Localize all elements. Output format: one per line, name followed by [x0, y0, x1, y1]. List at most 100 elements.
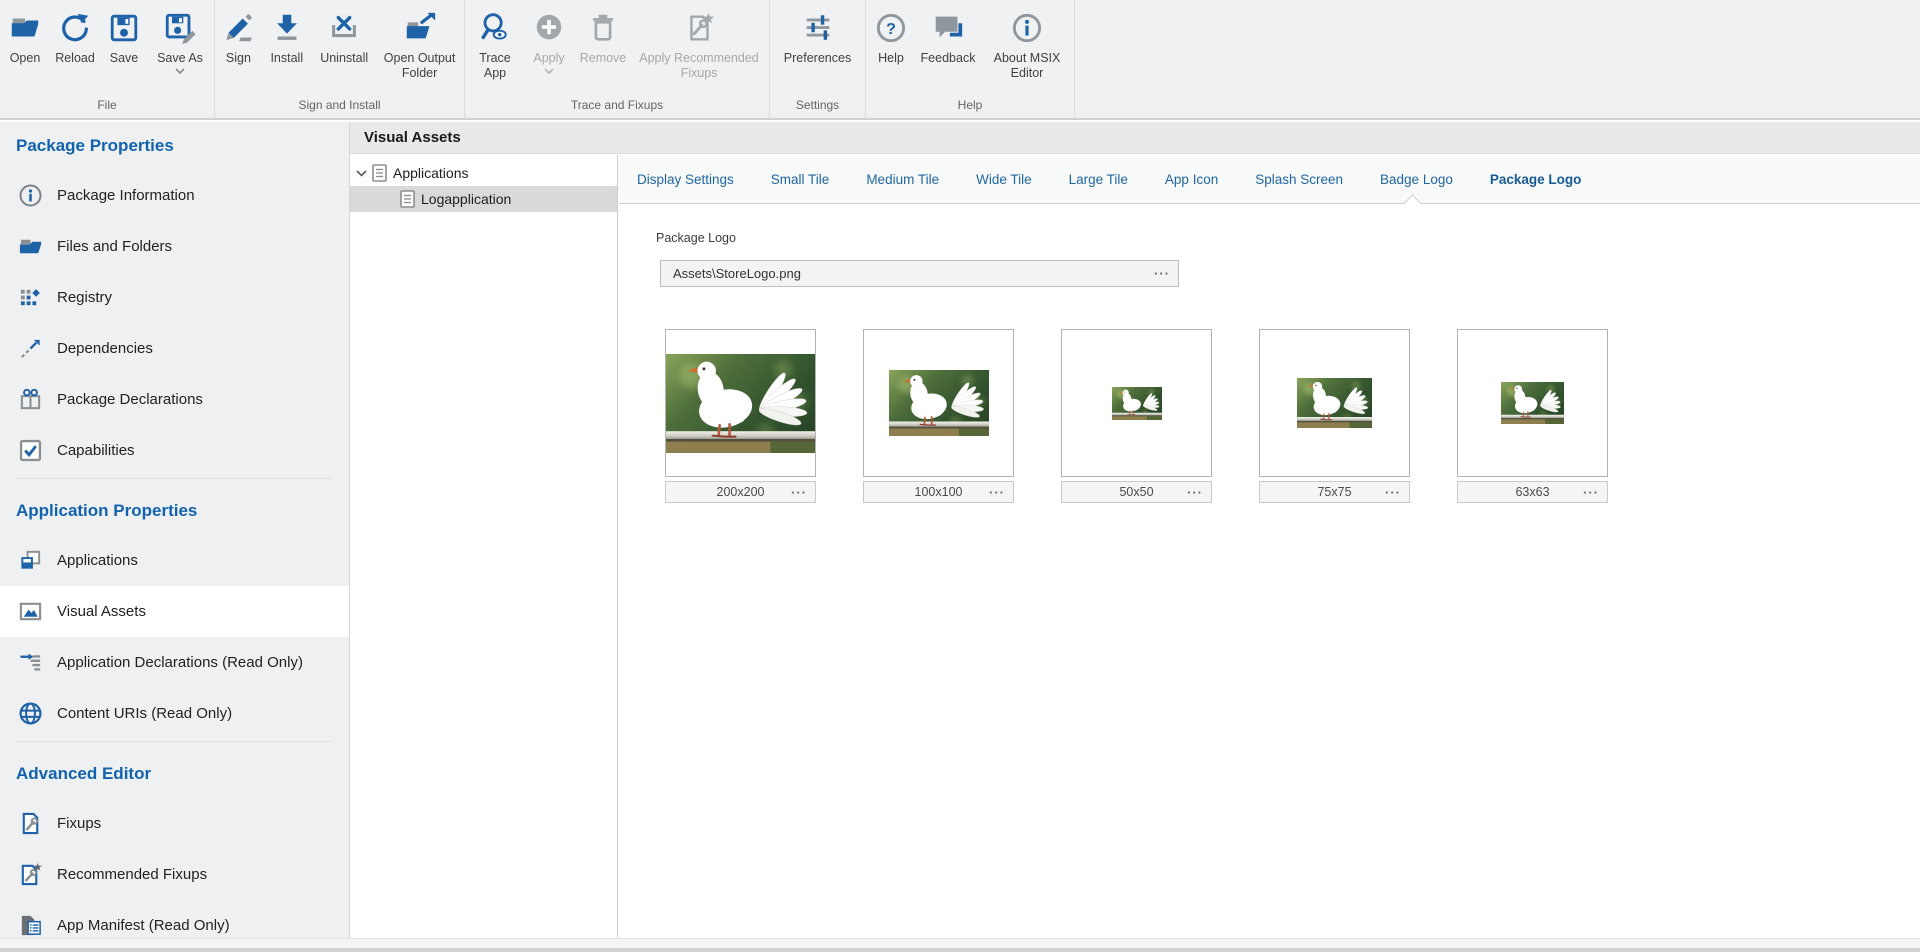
info-circle-icon [1010, 8, 1044, 48]
button-label: Apply [533, 51, 564, 66]
about-msix-editor-button[interactable]: About MSIX Editor [985, 8, 1069, 81]
help-button[interactable]: ? Help [871, 8, 911, 66]
package-logo-panel: Package Logo Assets\StoreLogo.png ··· 20… [619, 205, 1920, 938]
help-icon: ? [874, 8, 908, 48]
open-output-folder-icon [403, 8, 437, 48]
dove-image [1501, 382, 1564, 424]
save-as-icon [163, 8, 197, 48]
page-title: Visual Assets [350, 129, 461, 146]
size-field-75x75[interactable]: 75x75 ··· [1259, 481, 1410, 503]
remove-button: Remove [577, 8, 629, 66]
chevron-down-icon [544, 68, 554, 74]
sidebar-heading-advanced-editor: Advanced Editor [0, 750, 349, 798]
sidebar-item-content-uris[interactable]: Content URIs (Read Only) [0, 688, 349, 739]
tree-node-label: Logapplication [421, 191, 511, 207]
windows-icon [17, 547, 44, 574]
tab-small-tile[interactable]: Small Tile [771, 172, 830, 187]
button-label: Open [10, 51, 41, 66]
browse-button[interactable]: ··· [1385, 482, 1401, 502]
open-button[interactable]: Open [2, 8, 48, 66]
size-field-100x100[interactable]: 100x100 ··· [863, 481, 1014, 503]
chevron-down-icon[interactable] [356, 170, 370, 177]
save-button[interactable]: Save [102, 8, 146, 66]
recommended-fixups-icon [682, 8, 716, 48]
folder-icon [17, 233, 44, 260]
wrench-doc-icon [17, 810, 44, 837]
preferences-button[interactable]: Preferences [777, 8, 859, 66]
logo-path-input[interactable]: Assets\StoreLogo.png ··· [660, 260, 1179, 287]
open-folder-icon [8, 8, 42, 48]
registry-icon [17, 284, 44, 311]
install-arrow-icon [270, 8, 304, 48]
ribbon-group-trace-fixups: Trace App Apply Remove [465, 0, 770, 118]
tab-badge-logo[interactable]: Badge Logo [1380, 172, 1453, 187]
sign-pencil-icon [221, 8, 255, 48]
sidebar-item-recommended-fixups[interactable]: Recommended Fixups [0, 849, 349, 900]
document-icon [372, 164, 387, 182]
dependencies-icon [17, 335, 44, 362]
logo-preview-100 [863, 329, 1014, 477]
size-value: 100x100 [915, 485, 963, 499]
sign-button[interactable]: Sign [216, 8, 260, 66]
save-as-button[interactable]: Save As [148, 8, 212, 74]
sidebar-item-package-information[interactable]: Package Information [0, 170, 349, 221]
logo-preview-200 [665, 329, 816, 477]
window-bottom-border [0, 948, 1920, 952]
size-field-50x50[interactable]: 50x50 ··· [1061, 481, 1212, 503]
button-label: Remove [580, 51, 627, 66]
ribbon-group-help: ? Help Feedback About MSIX Editor Help [866, 0, 1075, 118]
button-label: Open Output Folder [377, 51, 463, 81]
sidebar-item-files-and-folders[interactable]: Files and Folders [0, 221, 349, 272]
sidebar-item-application-declarations[interactable]: Application Declarations (Read Only) [0, 637, 349, 688]
save-icon [107, 8, 141, 48]
trace-app-button[interactable]: Trace App [469, 8, 521, 81]
sidebar-item-fixups[interactable]: Fixups [0, 798, 349, 849]
tab-large-tile[interactable]: Large Tile [1069, 172, 1128, 187]
button-label: Uninstall [320, 51, 368, 66]
sidebar-item-capabilities[interactable]: Capabilities [0, 425, 349, 476]
uninstall-button[interactable]: Uninstall [313, 8, 375, 66]
browse-button[interactable]: ··· [1583, 482, 1599, 502]
sidebar-item-applications[interactable]: Applications [0, 535, 349, 586]
browse-button[interactable]: ··· [791, 482, 807, 502]
size-field-63x63[interactable]: 63x63 ··· [1457, 481, 1608, 503]
sidebar-item-visual-assets[interactable]: Visual Assets [0, 586, 349, 637]
tree-node-logapplication[interactable]: Logapplication [350, 186, 617, 212]
field-label: Package Logo [656, 231, 736, 245]
sidebar-item-dependencies[interactable]: Dependencies [0, 323, 349, 374]
button-label: Preferences [784, 51, 851, 66]
tab-display-settings[interactable]: Display Settings [637, 172, 734, 187]
reload-button[interactable]: Reload [50, 8, 100, 66]
tab-medium-tile[interactable]: Medium Tile [866, 172, 939, 187]
ribbon-group-label: File [0, 98, 214, 112]
page-header: Visual Assets [350, 122, 1920, 154]
apply-recommended-fixups-button: Apply Recommended Fixups [633, 8, 765, 81]
logo-preview-63 [1457, 329, 1608, 477]
tab-app-icon[interactable]: App Icon [1165, 172, 1218, 187]
visual-assets-tabs: Display Settings Small Tile Medium Tile … [619, 155, 1920, 204]
info-icon [17, 182, 44, 209]
preferences-sliders-icon [801, 8, 835, 48]
globe-icon [17, 700, 44, 727]
browse-button[interactable]: ··· [989, 482, 1005, 502]
tree-node-applications[interactable]: Applications [350, 160, 617, 186]
sidebar-item-package-declarations[interactable]: Package Declarations [0, 374, 349, 425]
open-output-folder-button[interactable]: Open Output Folder [377, 8, 463, 81]
dove-image [1297, 378, 1372, 428]
tab-splash-screen[interactable]: Splash Screen [1255, 172, 1343, 187]
size-field-200x200[interactable]: 200x200 ··· [665, 481, 816, 503]
feedback-button[interactable]: Feedback [916, 8, 980, 66]
tab-wide-tile[interactable]: Wide Tile [976, 172, 1032, 187]
logo-preview-75 [1259, 329, 1410, 477]
tab-package-logo[interactable]: Package Logo [1490, 172, 1582, 187]
checkbox-icon [17, 437, 44, 464]
browse-button[interactable]: ··· [1187, 482, 1203, 502]
button-label: Sign [226, 51, 251, 66]
sidebar-item-registry[interactable]: Registry [0, 272, 349, 323]
arrow-list-icon [17, 649, 44, 676]
apply-button: Apply [525, 8, 573, 74]
install-button[interactable]: Install [262, 8, 312, 66]
dove-image [666, 354, 815, 453]
browse-button[interactable]: ··· [1154, 261, 1170, 286]
uninstall-icon [327, 8, 361, 48]
